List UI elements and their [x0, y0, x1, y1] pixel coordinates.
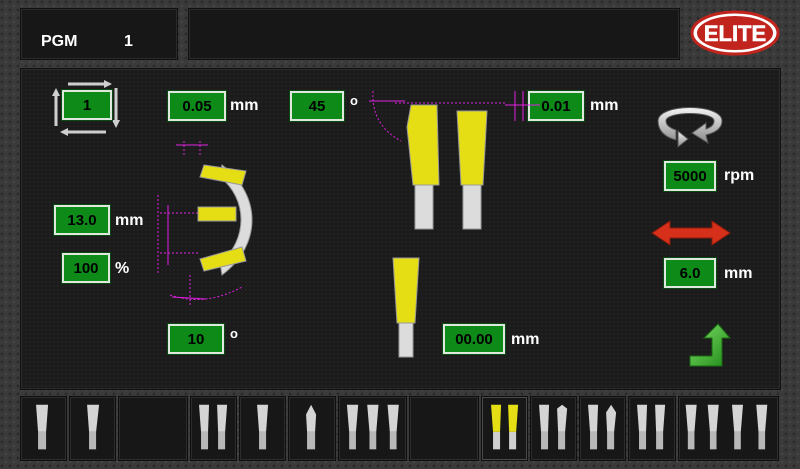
thumbnail-t9[interactable] — [480, 396, 529, 461]
rotation-icon — [648, 95, 732, 158]
length-field[interactable]: 00.00 — [442, 323, 506, 355]
program-box[interactable]: PGM 1 — [20, 8, 178, 60]
program-number: 1 — [124, 33, 133, 50]
thumbnail-t3[interactable] — [118, 396, 189, 461]
bottom-angle-unit: o — [230, 326, 238, 341]
program-label: PGM — [41, 33, 78, 50]
offset-unit: mm — [590, 97, 619, 114]
next-arrow-icon[interactable] — [688, 322, 732, 373]
thumbnail-t8[interactable] — [409, 396, 479, 461]
cycles-field[interactable]: 1 — [61, 89, 113, 121]
logo-text: ELITE — [704, 21, 766, 46]
thumbnail-t1[interactable] — [20, 396, 68, 461]
top-angle-unit: o — [350, 93, 358, 108]
top-angle-field[interactable]: 45 — [289, 90, 345, 122]
thumbnail-t13[interactable] — [677, 396, 779, 461]
thumbnail-t6[interactable] — [288, 396, 336, 461]
blade-radius-diagram — [150, 135, 260, 315]
percent-field[interactable]: 100 — [61, 252, 111, 284]
radius-unit: mm — [115, 212, 144, 229]
stroke-unit: mm — [724, 265, 753, 282]
thumbnail-t12[interactable] — [628, 396, 676, 461]
blade-length-diagram — [390, 255, 430, 375]
percent-unit: % — [115, 260, 130, 277]
thumbnail-t11[interactable] — [579, 396, 627, 461]
logo-icon: ELITE — [690, 10, 780, 61]
speed-field[interactable]: 5000 — [663, 160, 717, 192]
thumbnail-t4[interactable] — [190, 396, 238, 461]
radius-field[interactable]: 13.0 — [53, 204, 111, 236]
thumbnail-t5[interactable] — [239, 396, 287, 461]
length-unit: mm — [511, 331, 540, 348]
blade-selection-bar — [20, 396, 779, 461]
thumbnail-t10[interactable] — [530, 396, 578, 461]
message-box — [188, 8, 680, 60]
thumbnail-t2[interactable] — [69, 396, 117, 461]
thumbnail-t7[interactable] — [337, 396, 408, 461]
blade-pair-diagram — [365, 85, 555, 240]
stroke-field[interactable]: 6.0 — [663, 257, 717, 289]
thickness-unit: mm — [230, 97, 259, 114]
stroke-arrow-icon — [650, 220, 732, 251]
bottom-angle-field[interactable]: 10 — [167, 323, 225, 355]
thickness-field[interactable]: 0.05 — [167, 90, 227, 122]
speed-unit: rpm — [724, 167, 755, 184]
